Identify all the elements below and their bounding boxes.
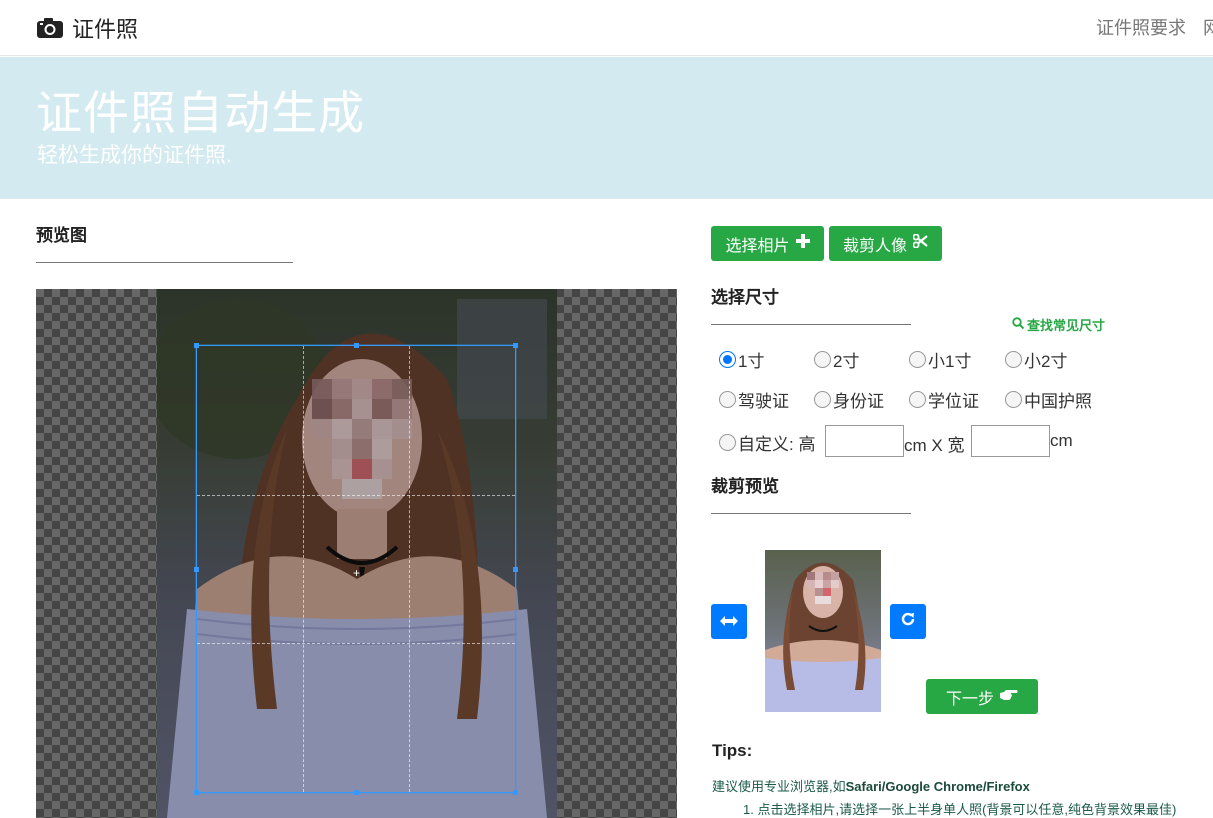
camera-icon xyxy=(36,17,64,39)
crop-handle-se[interactable] xyxy=(513,790,518,795)
crop-handle-ne[interactable] xyxy=(513,343,518,348)
crop-guide-h1 xyxy=(197,494,515,496)
arrows-horizontal-icon xyxy=(720,613,738,631)
size-option-small-2cun[interactable]: 小2寸 xyxy=(1005,347,1067,372)
radio-button[interactable] xyxy=(814,391,831,408)
custom-height-unit: cm X 宽 xyxy=(904,436,965,455)
crop-center-mark: + xyxy=(353,566,361,580)
custom-height-input[interactable] xyxy=(825,425,904,457)
radio-button[interactable] xyxy=(909,391,926,408)
select-photo-label: 选择相片 xyxy=(725,237,790,255)
size-option-label: 1寸 xyxy=(738,352,765,371)
flip-horizontal-button[interactable] xyxy=(711,604,747,639)
tip-browser-names: Safari/Google Chrome/Firefox xyxy=(845,779,1030,794)
radio-button[interactable] xyxy=(814,351,831,368)
preview-title: 预览图 xyxy=(36,226,87,245)
custom-width-input[interactable] xyxy=(971,425,1050,457)
size-option-label: 小2寸 xyxy=(1024,352,1068,371)
size-option-id-card[interactable]: 身份证 xyxy=(814,387,884,412)
size-option-label: 驾驶证 xyxy=(738,392,789,411)
crop-handle-e[interactable] xyxy=(513,567,518,572)
size-option-label: 身份证 xyxy=(833,392,884,411)
size-option-degree[interactable]: 学位证 xyxy=(909,387,979,412)
crop-guide-v2 xyxy=(408,346,410,792)
plus-icon xyxy=(795,234,810,253)
size-option-label: 学位证 xyxy=(928,392,979,411)
size-divider xyxy=(711,324,911,325)
crop-handle-s[interactable] xyxy=(354,790,359,795)
size-option-label: 小1寸 xyxy=(928,352,972,371)
nav-link-requirements[interactable]: 证件照要求 xyxy=(1096,14,1186,40)
crop-selection-box[interactable]: + xyxy=(194,343,518,795)
size-option-label: 2寸 xyxy=(833,352,860,371)
crop-canvas[interactable]: + xyxy=(36,289,677,818)
preview-divider xyxy=(36,262,293,263)
hero-title: 证件照自动生成 xyxy=(36,87,365,139)
custom-width-unit: cm xyxy=(1050,431,1073,450)
crop-handle-nw[interactable] xyxy=(194,343,199,348)
radio-button[interactable] xyxy=(1005,351,1022,368)
hero-banner: 证件照自动生成 轻松生成你的证件照. xyxy=(0,57,1213,199)
next-step-label: 下一步 xyxy=(945,690,994,708)
search-icon xyxy=(1012,317,1025,332)
crop-handle-w[interactable] xyxy=(194,567,199,572)
brand-text: 证件照 xyxy=(72,17,139,42)
crop-handle-sw[interactable] xyxy=(194,790,199,795)
radio-button[interactable] xyxy=(909,351,926,368)
size-option-small-1cun[interactable]: 小1寸 xyxy=(909,347,971,372)
crop-handle-n[interactable] xyxy=(354,343,359,348)
size-title: 选择尺寸 xyxy=(711,288,779,307)
crop-guide-v1 xyxy=(302,346,304,792)
size-option-label: 中国护照 xyxy=(1024,392,1092,411)
tip-step-1: 1. 点击选择相片,请选择一张上半身单人照(背景可以任意,纯色背景效果最佳) xyxy=(743,802,1177,817)
scissors-icon xyxy=(912,233,928,253)
radio-button[interactable] xyxy=(1005,391,1022,408)
crop-guide-h2 xyxy=(197,643,515,645)
crop-portrait-label: 裁剪人像 xyxy=(842,237,907,255)
crop-portrait-button[interactable]: 裁剪人像 xyxy=(829,226,942,261)
size-option-custom[interactable]: 自定义: 高 xyxy=(719,430,815,455)
tip-browser: 建议使用专业浏览器,如Safari/Google Chrome/Firefox xyxy=(712,776,1030,795)
size-option-driver-license[interactable]: 驾驶证 xyxy=(719,387,789,412)
brand[interactable]: 证件照 xyxy=(36,12,138,44)
custom-size-label: 自定义: 高 xyxy=(738,435,816,454)
navbar: 证件照 证件照要求 网 xyxy=(0,0,1213,56)
rotate-icon xyxy=(900,611,916,632)
size-option-1cun[interactable]: 1寸 xyxy=(719,347,764,372)
tips-title: Tips: xyxy=(712,741,753,760)
size-option-2cun[interactable]: 2寸 xyxy=(814,347,859,372)
select-photo-button[interactable]: 选择相片 xyxy=(711,226,824,261)
radio-button[interactable] xyxy=(719,434,736,451)
crop-preview-divider xyxy=(711,513,911,514)
rotate-button[interactable] xyxy=(890,604,926,639)
next-step-button[interactable]: 下一步 xyxy=(926,679,1038,714)
lookup-size-link[interactable]: 查找常见尺寸 xyxy=(1012,315,1105,334)
radio-button[interactable] xyxy=(719,391,736,408)
size-option-china-passport[interactable]: 中国护照 xyxy=(1005,387,1092,412)
lookup-size-label: 查找常见尺寸 xyxy=(1027,318,1106,333)
nav-link-cut-off[interactable]: 网 xyxy=(1203,14,1213,40)
radio-button[interactable] xyxy=(719,351,736,368)
crop-preview-thumbnail xyxy=(765,550,881,712)
tip-browser-prefix: 建议使用专业浏览器,如 xyxy=(712,779,846,794)
hand-pointer-icon xyxy=(1000,688,1018,706)
crop-preview-title: 裁剪预览 xyxy=(711,477,779,496)
hero-subtitle: 轻松生成你的证件照. xyxy=(37,144,232,167)
